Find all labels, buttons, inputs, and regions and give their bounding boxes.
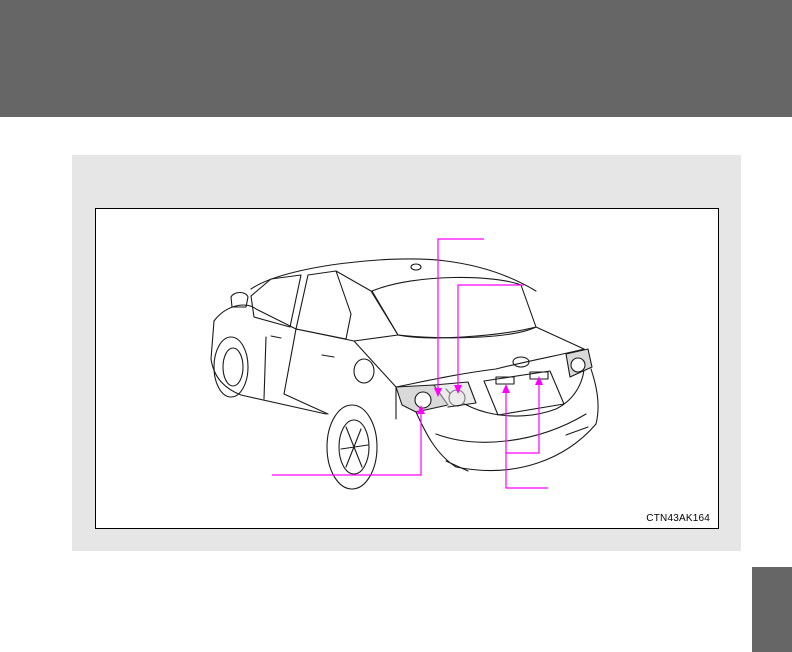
left-tail-bulb-outer	[414, 391, 432, 409]
body-side-lower	[210, 320, 327, 415]
antenna-base	[410, 263, 422, 271]
section-tab	[752, 567, 792, 652]
car-rear-drawing	[210, 238, 599, 490]
arrowhead-4	[502, 384, 510, 393]
door-line	[283, 328, 329, 415]
front-wheel-rim	[222, 347, 244, 387]
c-pillar	[335, 270, 399, 342]
body-side-upper	[213, 304, 397, 420]
trunk-edge	[395, 348, 585, 388]
header-band	[0, 0, 792, 117]
rear-wheel-spokes	[340, 426, 369, 468]
rear-door-handle	[321, 354, 335, 358]
fuel-flap	[353, 358, 375, 384]
rear-window	[371, 276, 537, 339]
roof-line	[250, 258, 537, 292]
callout-line-1	[437, 238, 484, 394]
arrowhead-5	[535, 376, 543, 385]
figure-code: CTN43AK164	[646, 513, 710, 524]
bumper-reflector-right	[565, 426, 589, 436]
right-tail-bulb	[570, 357, 586, 373]
rear-side-window	[295, 270, 352, 340]
bumper-reflector-left	[445, 460, 469, 472]
bumper-crease	[435, 413, 587, 443]
vehicle-rear-illustration: CTN43AK164	[95, 208, 719, 529]
front-door-handle	[270, 335, 282, 339]
front-door-line	[263, 336, 267, 400]
